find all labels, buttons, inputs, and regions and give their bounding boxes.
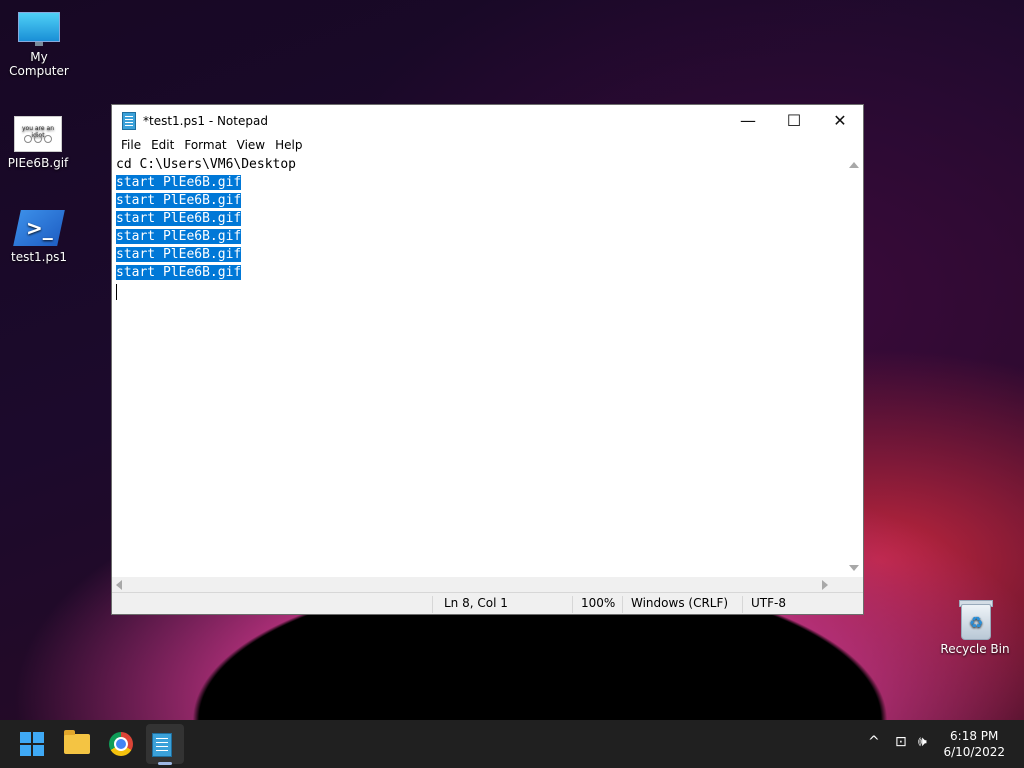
powershell-icon: >_: [13, 210, 65, 246]
text-editor[interactable]: cd C:\Users\VM6\Desktop start PlEe6B.gif…: [112, 156, 848, 577]
gif-thumbnail-icon: you are an idiot: [14, 116, 62, 152]
editor-line: start PlEe6B.gif: [112, 264, 848, 282]
status-zoom: 100%: [581, 596, 616, 610]
clock-date: 6/10/2022: [943, 745, 1005, 759]
desktop-icon-label: My Computer: [9, 50, 69, 78]
scroll-right-arrow-icon[interactable]: [822, 580, 828, 590]
maximize-button[interactable]: ☐: [771, 105, 817, 135]
menu-help[interactable]: Help: [270, 136, 307, 156]
desktop-icon-my-computer[interactable]: My Computer: [1, 12, 77, 78]
clock-time: 6:18 PM: [950, 729, 999, 743]
editor-line: cd C:\Users\VM6\Desktop: [112, 156, 848, 174]
notepad-icon: [122, 111, 136, 130]
network-icon[interactable]: ⊡: [895, 734, 907, 750]
title-bar[interactable]: *test1.ps1 - Notepad — ☐ ✕: [112, 105, 863, 136]
menu-file[interactable]: File: [116, 136, 146, 156]
desktop-icon-label: Recycle Bin: [940, 642, 1010, 656]
active-app-indicator: [158, 762, 172, 765]
scroll-down-arrow-icon[interactable]: [849, 565, 859, 571]
start-button[interactable]: [18, 730, 46, 758]
selected-text: start PlEe6B.gif: [116, 175, 242, 190]
scroll-up-arrow-icon[interactable]: [849, 162, 859, 168]
start-icon: [20, 732, 44, 756]
selected-text: start PlEe6B.gif: [116, 247, 242, 262]
notepad-taskbar-icon-wrap: [152, 733, 172, 757]
status-position: Ln 8, Col 1: [444, 596, 508, 610]
status-line-ending: Windows (CRLF): [631, 596, 729, 610]
menu-edit[interactable]: Edit: [146, 136, 179, 156]
status-encoding: UTF-8: [751, 596, 786, 610]
menu-format[interactable]: Format: [179, 136, 231, 156]
file-explorer-icon: [64, 730, 90, 754]
text-caret: [116, 284, 117, 300]
selected-text: start PlEe6B.gif: [116, 193, 242, 208]
minimize-button[interactable]: —: [725, 105, 771, 135]
selected-text: start PlEe6B.gif: [116, 211, 242, 226]
desktop-icon-test1-ps1[interactable]: >_ test1.ps1: [1, 210, 77, 264]
status-bar: Ln 8, Col 1 100% Windows (CRLF) UTF-8: [112, 592, 863, 614]
desktop-icon-gif-file[interactable]: you are an idiot PIEe6B.gif: [0, 116, 76, 170]
editor-line: start PlEe6B.gif: [112, 228, 848, 246]
menu-view[interactable]: View: [232, 136, 270, 156]
desktop-icon-label: PIEe6B.gif: [7, 156, 69, 170]
editor-line: start PlEe6B.gif: [112, 174, 848, 192]
chrome-button[interactable]: [107, 730, 135, 758]
show-hidden-icons-chevron-icon[interactable]: ^: [868, 734, 880, 750]
notepad-icon: [152, 733, 172, 757]
line-text: cd C:\Users\VM6\Desktop: [116, 157, 297, 172]
volume-icon[interactable]: 🕪: [918, 734, 927, 750]
selected-text: start PlEe6B.gif: [116, 229, 242, 244]
close-button[interactable]: ✕: [817, 105, 863, 135]
desktop-icon-recycle-bin[interactable]: ♻ Recycle Bin: [937, 598, 1013, 656]
notepad-window[interactable]: *test1.ps1 - Notepad — ☐ ✕ File Edit For…: [111, 104, 864, 615]
desktop-icon-label: test1.ps1: [11, 250, 67, 264]
recycle-bin-icon: ♻: [959, 598, 993, 640]
selected-text: start PlEe6B.gif: [116, 265, 242, 280]
clock[interactable]: 6:18 PM 6/10/2022: [943, 728, 1005, 760]
vertical-scrollbar[interactable]: [846, 156, 863, 577]
chrome-icon: [109, 732, 133, 756]
scroll-left-arrow-icon[interactable]: [116, 580, 122, 590]
menu-bar: File Edit Format View Help: [112, 136, 863, 156]
editor-line: start PlEe6B.gif: [112, 192, 848, 210]
editor-line: start PlEe6B.gif: [112, 246, 848, 264]
file-explorer-button[interactable]: [63, 730, 91, 758]
monitor-icon: [18, 12, 60, 46]
editor-line: start PlEe6B.gif: [112, 210, 848, 228]
window-title: *test1.ps1 - Notepad: [143, 113, 268, 128]
